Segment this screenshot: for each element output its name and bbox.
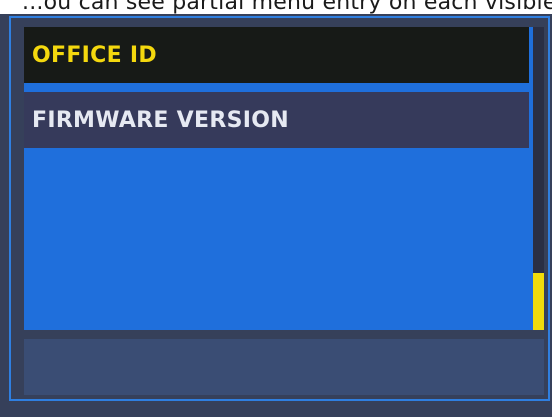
menu-item-firmware-version[interactable]: FIRMWARE VERSION (24, 92, 529, 148)
cutoff-text: ...ou can see partial menu entry on each… (22, 0, 552, 14)
menu-panel: OFFICE ID FIRMWARE VERSION (9, 16, 550, 401)
scroll-thumb[interactable] (533, 273, 544, 330)
menu-scrollbar[interactable] (533, 27, 544, 330)
footer-bar (24, 339, 544, 395)
menu-item-office-id[interactable]: OFFICE ID (24, 27, 529, 83)
top-cutoff-strip: ...ou can see partial menu entry on each… (0, 0, 552, 14)
menu-list: OFFICE ID FIRMWARE VERSION (24, 27, 533, 330)
